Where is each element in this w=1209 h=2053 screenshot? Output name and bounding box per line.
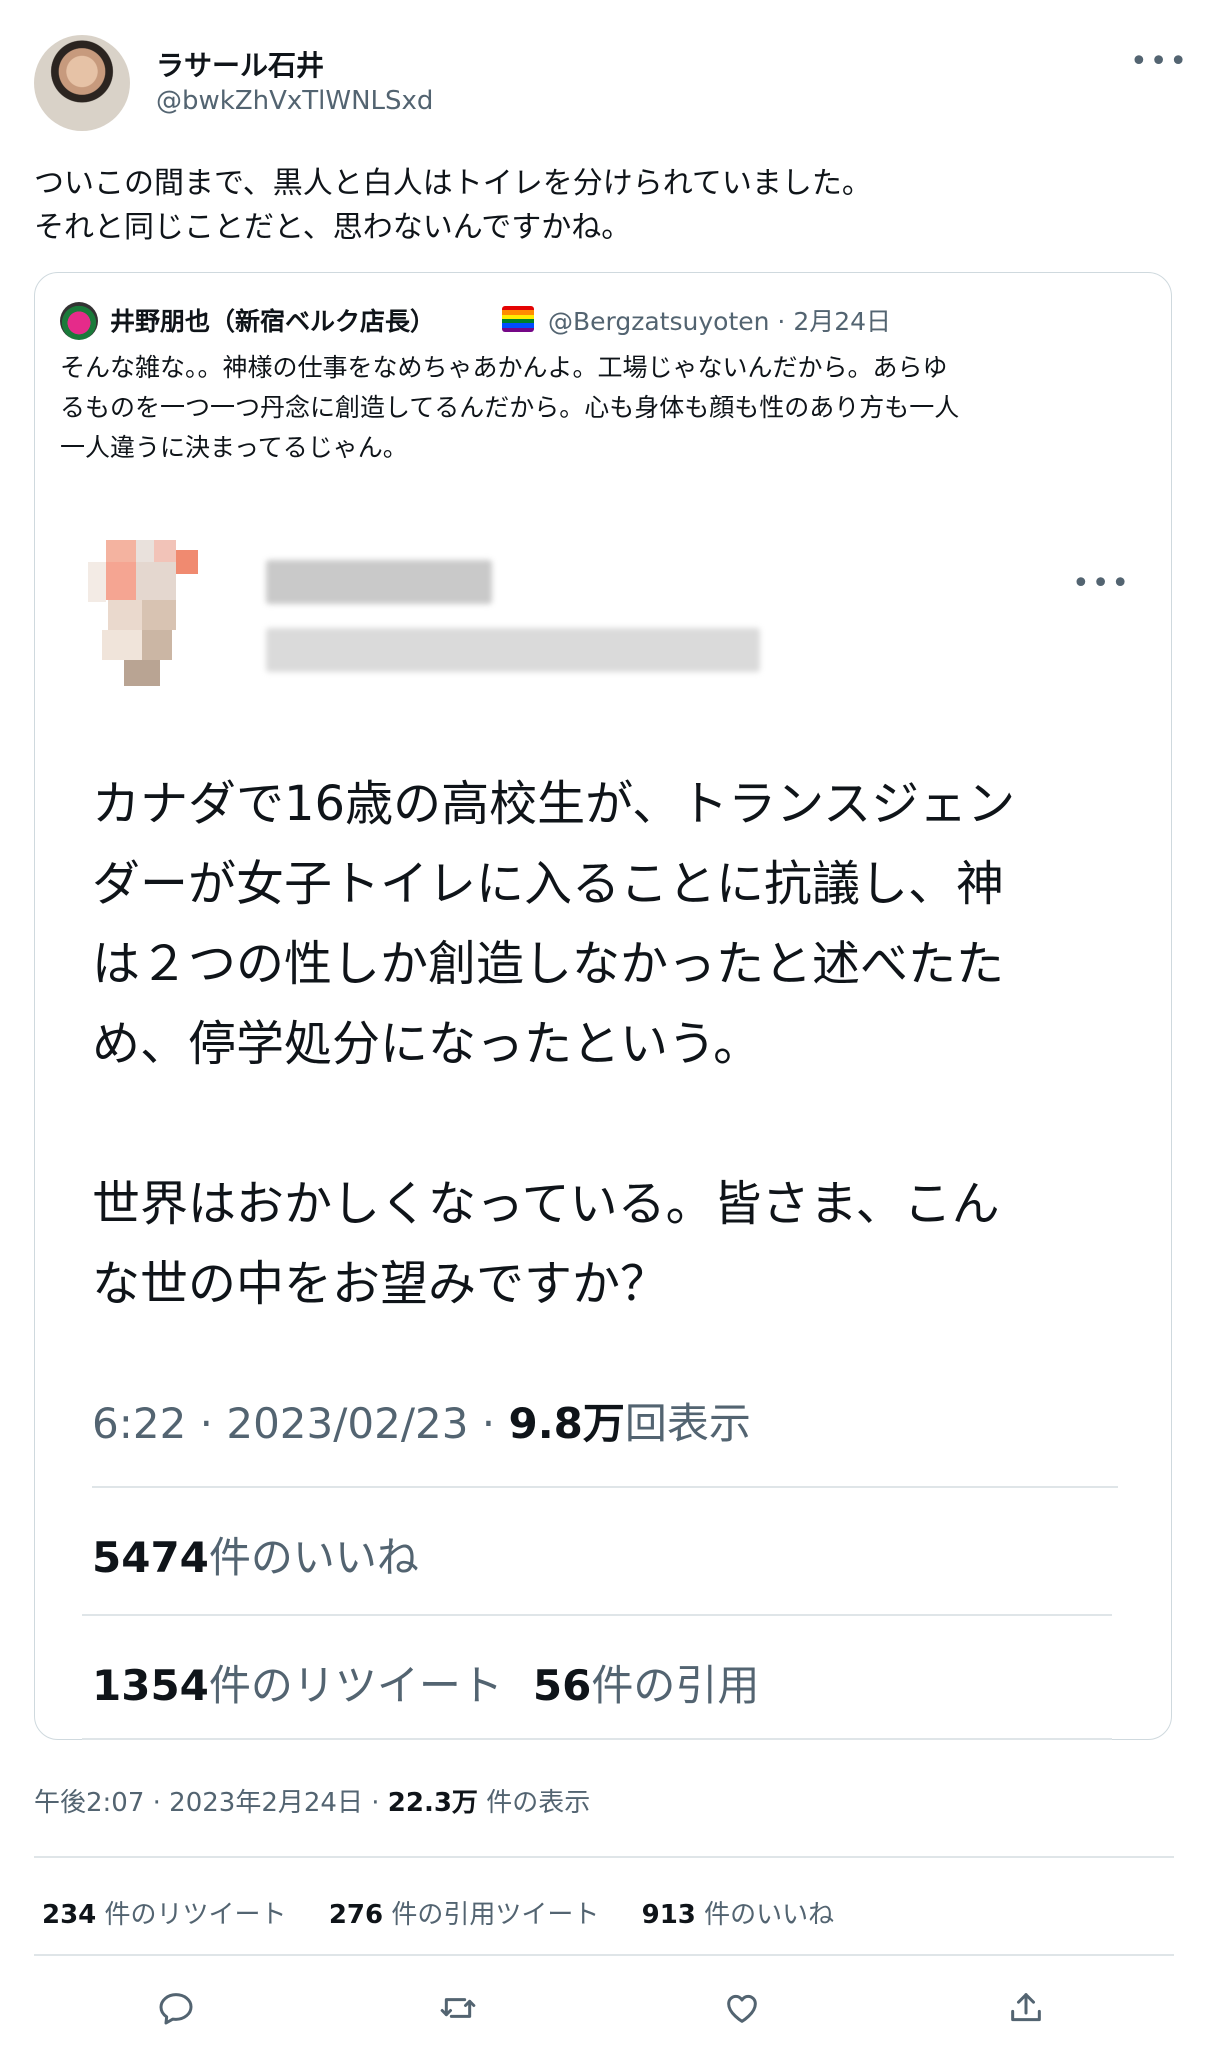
quoted-author-handle-date: @Bergzatsuyoten · 2月24日 (548, 307, 892, 336)
quoted-text-line: そんな雑な。。神様の仕事をなめちゃあかんよ。工場じゃないんだから。あらゆ (60, 353, 948, 382)
tweet-text-line: それと同じことだと、思わないんですかね。 (34, 210, 632, 245)
embedded-text-line: め、停学処分になったという。 (92, 1016, 762, 1072)
tweet-timestamp-views: 午後2:07 · 2023年2月24日 · 22.3万 件の表示 (34, 1788, 591, 1818)
author-handle[interactable]: @bwkZhVxTlWNLSxd (156, 86, 433, 116)
pixelated-avatar (88, 540, 200, 688)
inner-more-options-icon: ••• (1072, 566, 1132, 601)
quoted-author-name: 井野朋也（新宿ベルク店長） (110, 307, 436, 336)
engagement-counts: 234 件のリツイート 276 件の引用ツイート 913 件のいいね (42, 1894, 868, 1931)
divider (34, 1856, 1174, 1858)
embedded-text-line: は２つの性しか創造しなかったと述べたた (92, 936, 1005, 992)
divider (82, 1738, 1112, 1740)
rainbow-flag-icon (502, 306, 534, 332)
share-button[interactable] (1006, 1988, 1054, 2036)
like-icon (727, 1994, 757, 2023)
like-count-link[interactable]: 913 件のいいね (642, 1900, 835, 1930)
retweet-button[interactable] (438, 1988, 486, 2036)
like-button[interactable] (722, 1988, 770, 2036)
divider (34, 1954, 1174, 1956)
embedded-text-line: な世の中をお望みですか？ (92, 1256, 669, 1312)
embedded-timestamp-views: 6:22 · 2023/02/23 · 9.8万回表示 (92, 1399, 751, 1448)
embedded-retweets-quotes: 1354件のリツイート 56件の引用 (92, 1661, 760, 1710)
divider (92, 1486, 1118, 1488)
reply-button[interactable] (156, 1988, 204, 2036)
embedded-text-line (92, 1084, 1015, 1164)
quoted-tweet-text: そんな雑な。。神様の仕事をなめちゃあかんよ。工場じゃないんだから。あらゆ るもの… (60, 348, 959, 468)
embedded-text-line: 世界はおかしくなっている。皆さま、こん (92, 1176, 1000, 1232)
reply-icon (159, 1993, 193, 2025)
share-icon (1011, 1993, 1041, 2022)
embedded-text-line: カナダで16歳の高校生が、トランスジェン (92, 776, 1016, 832)
retweet-icon (440, 1998, 476, 2018)
embedded-tweet-text: カナダで16歳の高校生が、トランスジェン ダーが女子トイレに入ることに抗議し、神… (92, 764, 1015, 1324)
author-avatar[interactable] (34, 35, 130, 131)
quote-count-link[interactable]: 276 件の引用ツイート (329, 1900, 600, 1930)
blurred-handle (266, 628, 760, 672)
quoted-author-avatar (60, 302, 98, 340)
blurred-name (266, 560, 492, 604)
quoted-text-line: るものを一つ一つ丹念に創造してるんだから。心も身体も顔も性のあり方も一人 (60, 393, 960, 422)
tweet-text-line: ついこの間まで、黒人と白人はトイレを分けられていました。 (34, 166, 872, 201)
more-options-icon[interactable]: ••• (1130, 44, 1189, 79)
retweet-count-link[interactable]: 234 件のリツイート (42, 1900, 287, 1930)
quoted-text-line: 一人違うに決まってるじゃん。 (60, 433, 408, 462)
embedded-text-line: ダーが女子トイレに入ることに抗議し、神 (92, 856, 1005, 912)
tweet-text: ついこの間まで、黒人と白人はトイレを分けられていました。 それと同じことだと、思… (34, 162, 872, 250)
embedded-likes: 5474件のいいね (92, 1533, 419, 1582)
author-name[interactable]: ラサール石井 (156, 44, 324, 84)
divider (82, 1614, 1112, 1616)
